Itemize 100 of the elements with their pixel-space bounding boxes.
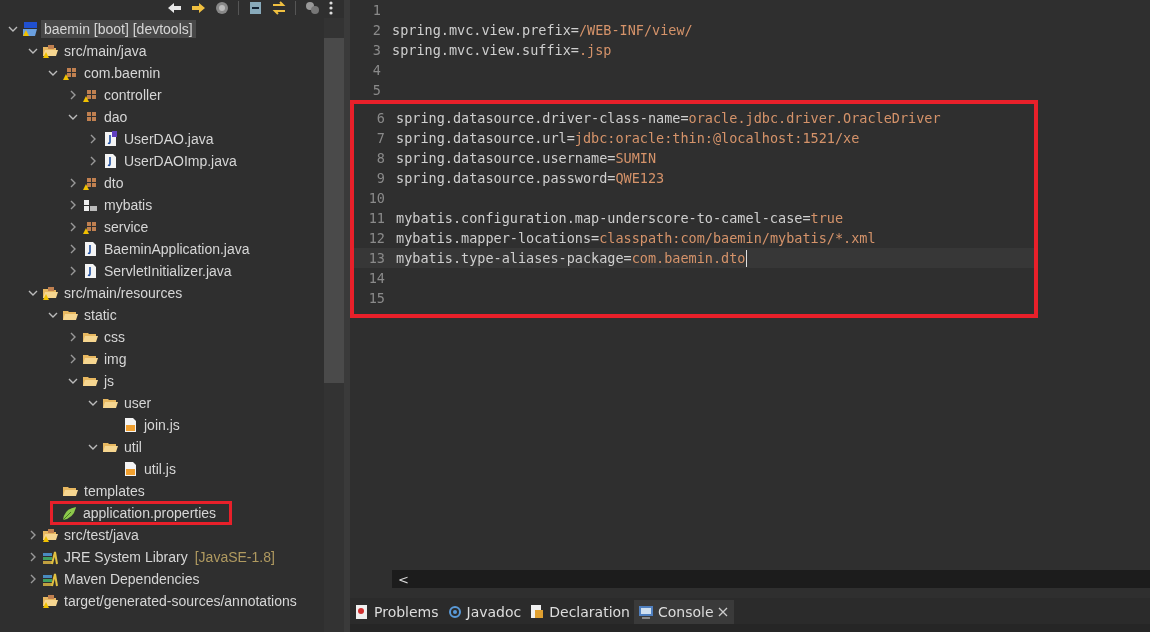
property-value: com.baemin.dto [631,250,746,266]
tab-label[interactable]: Console [658,604,714,620]
collapse-chevron-icon[interactable] [48,68,58,78]
problems-icon [354,604,370,620]
tree-item[interactable]: UserDAO.java [121,130,217,148]
line-number: 10 [367,190,386,206]
scroll-left-arrow[interactable]: < [392,571,415,587]
tree-item[interactable]: UserDAOImp.java [121,152,240,170]
expand-chevron-icon[interactable] [68,200,78,210]
scrollbar[interactable] [324,18,344,632]
source-folder-icon [42,593,58,609]
back-arrow-icon[interactable] [166,0,182,16]
expand-chevron-icon[interactable] [68,178,78,188]
java-file-icon [82,263,98,279]
tree-item[interactable]: css [101,328,128,346]
tree-item[interactable]: dao [101,108,131,126]
expand-chevron-icon[interactable] [28,574,38,584]
source-folder-icon [42,43,58,59]
tab-label[interactable]: Problems [374,604,439,620]
property-value: .jsp [578,42,612,58]
tab-label[interactable]: Declaration [549,604,630,620]
source-folder-icon [42,285,58,301]
expand-chevron-icon[interactable] [28,552,38,562]
collapse-chevron-icon[interactable] [28,46,38,56]
tree-item[interactable]: JRE System Library [61,548,191,566]
expand-chevron-icon[interactable] [68,222,78,232]
tree-item[interactable]: util.js [141,460,179,478]
tree-item[interactable]: baemin [boot] [devtools] [41,20,196,38]
expand-chevron-icon[interactable] [68,244,78,254]
link-arrows-icon[interactable] [271,0,287,16]
tree-item[interactable]: target/generated-sources/annotations [61,592,300,610]
expand-chevron-icon[interactable] [68,354,78,364]
collapse-chevron-icon[interactable] [68,376,78,386]
console-icon [638,604,654,620]
tree-item[interactable]: js [101,372,118,390]
expand-chevron-icon[interactable] [88,134,98,144]
property-value: oracle.jdbc.driver.OracleDriver [688,110,941,126]
view-tab[interactable]: Declaration [525,600,634,624]
collapse-chevron-icon[interactable] [88,398,98,408]
expand-chevron-icon[interactable] [88,156,98,166]
line-number: 13 [367,250,386,266]
package-icon [62,65,78,81]
collapse-chevron-icon[interactable] [28,288,38,298]
property-value: true [810,210,844,226]
collapse-chevron-icon[interactable] [8,24,18,34]
view-tab[interactable]: Console [634,600,734,624]
collapse-chevron-icon[interactable] [48,310,58,320]
tree-item[interactable]: img [101,350,130,368]
collapse-chevron-icon[interactable] [68,112,78,122]
view-tab[interactable]: Javadoc [442,600,526,624]
expand-chevron-icon[interactable] [68,332,78,342]
tree-item[interactable]: ServletInitializer.java [101,262,235,280]
more-options-icon[interactable] [328,0,334,16]
tree-item[interactable]: templates [81,482,148,500]
tree-item[interactable]: src/test/java [61,526,142,544]
close-icon[interactable] [717,607,728,617]
package-icon [82,175,98,191]
tree-item[interactable]: Maven Dependencies [61,570,203,588]
line-number: 12 [367,230,386,246]
forward-arrow-icon[interactable] [190,0,206,16]
tree-item[interactable]: dto [101,174,127,192]
line-number: 15 [367,290,386,306]
line-number: 9 [375,170,386,186]
tree-item[interactable]: service [101,218,152,236]
collapse-chevron-icon[interactable] [88,442,98,452]
tree-item[interactable]: com.baemin [81,64,164,82]
java-interface-icon [102,131,118,147]
javascript-file-icon [122,417,138,433]
package-icon [82,87,98,103]
horizontal-scrollbar[interactable]: < [392,570,1150,588]
expand-chevron-icon[interactable] [68,266,78,276]
expand-chevron-icon[interactable] [28,530,38,540]
property-key: mybatis.configuration.map-underscore-to-camel-case= [396,210,811,226]
line-number: 2 [371,22,382,38]
tree-item[interactable]: join.js [141,416,183,434]
line-number: 4 [371,62,382,78]
books-icon [42,571,58,587]
text-cursor [745,249,747,267]
property-value: SUMIN [615,150,657,166]
java-file-icon [82,241,98,257]
tree-item[interactable]: src/main/resources [61,284,186,302]
tree-item[interactable]: static [81,306,120,324]
tree-item[interactable]: mybatis [101,196,156,214]
collapse-all-icon[interactable] [247,0,263,16]
property-value: /WEB-INF/view/ [578,22,693,38]
tab-label[interactable]: Javadoc [466,604,522,620]
property-key: spring.datasource.username= [396,150,616,166]
line-number: 11 [367,210,386,226]
tree-item[interactable]: BaeminApplication.java [101,240,253,258]
tree-item[interactable]: src/main/java [61,42,150,60]
package-icon [82,219,98,235]
view-tab[interactable]: Problems [350,600,443,624]
expand-chevron-icon[interactable] [68,90,78,100]
tree-item[interactable]: controller [101,86,165,104]
tree-item[interactable]: util [121,438,145,456]
property-key: mybatis.type-aliases-package= [396,250,632,266]
at-sign-icon [446,604,463,620]
source-folder-icon [42,527,58,543]
tree-item[interactable]: user [121,394,155,412]
tree-item[interactable]: application.properties [80,504,220,522]
